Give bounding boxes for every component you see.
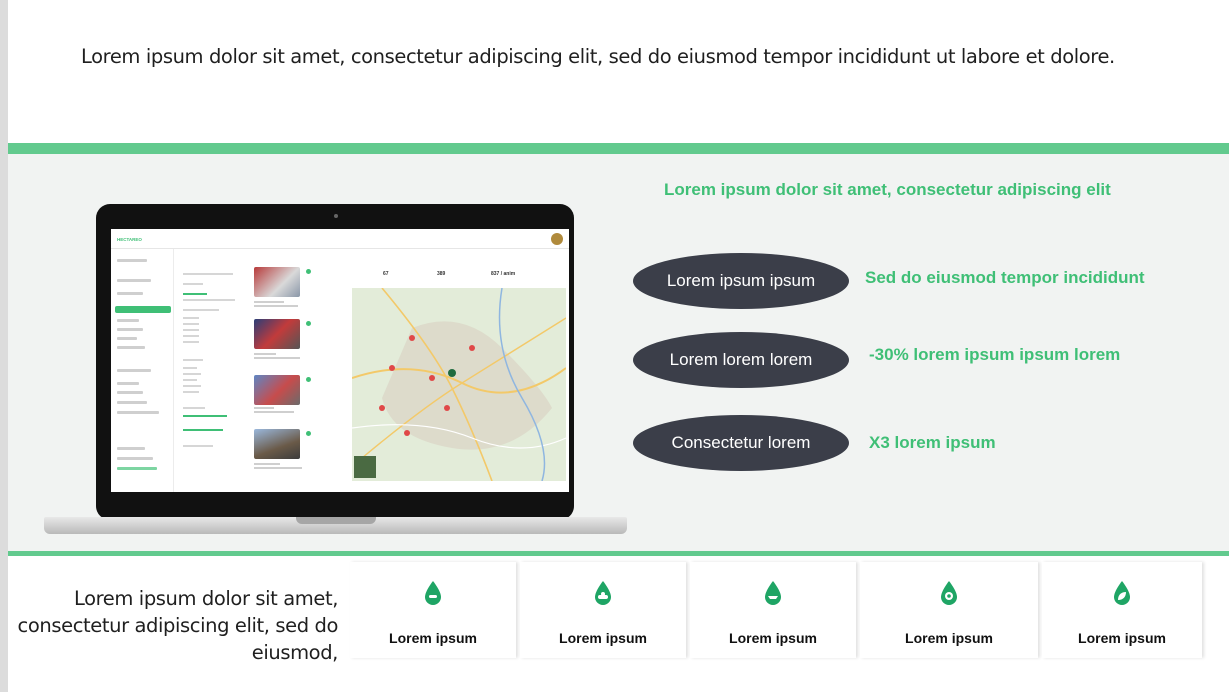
drop-face-icon	[425, 581, 441, 605]
drop-leaf-icon	[1114, 581, 1130, 605]
tile-label: Lorem ipsum	[1078, 630, 1166, 646]
sidebar-item-active	[115, 306, 171, 313]
app-topbar: HECTAREO	[111, 229, 569, 249]
slide: Lorem ipsum dolor sit amet, consectetur …	[8, 0, 1229, 692]
feature-tile: Lorem ipsum	[1042, 562, 1202, 658]
tile-label: Lorem ipsum	[559, 630, 647, 646]
app-sidebar	[111, 249, 174, 492]
feature-text: -30% lorem ipsum ipsum lorem	[869, 345, 1121, 364]
tile-label: Lorem ipsum	[729, 630, 817, 646]
laptop-camera	[334, 214, 338, 218]
pill-label: Consectetur lorem	[633, 415, 849, 471]
app-stats: 67 389 837 / anim	[383, 271, 516, 277]
feature-tile: Lorem ipsum	[350, 562, 516, 658]
features-title: Lorem ipsum dolor sit amet, consectetur …	[664, 180, 1111, 199]
app-logo: HECTAREO	[117, 237, 142, 242]
app-screenshot: HECTAREO 67 389 837 / anim	[111, 229, 569, 492]
app-filters	[183, 269, 243, 469]
feature-text: Sed do eiusmod tempor incididunt	[865, 268, 1145, 287]
laptop-notch	[296, 517, 376, 524]
feature-tile: Lorem ipsum	[860, 562, 1038, 658]
intro-text: Lorem ipsum dolor sit amet, consectetur …	[81, 45, 1115, 68]
app-listing-cards	[254, 265, 349, 485]
avatar	[551, 233, 563, 245]
feature-tile: Lorem ipsum	[690, 562, 856, 658]
pill-label: Lorem ipsum ipsum	[633, 253, 849, 309]
app-map	[352, 288, 566, 481]
bottom-text: Lorem ipsum dolor sit amet, consectetur …	[17, 587, 339, 664]
feature-text: X3 lorem ipsum	[869, 433, 996, 452]
tile-label: Lorem ipsum	[905, 630, 993, 646]
pill-label: Lorem lorem lorem	[633, 332, 849, 388]
drop-car-icon	[595, 581, 611, 605]
tile-label: Lorem ipsum	[389, 630, 477, 646]
feature-tile: Lorem ipsum	[520, 562, 686, 658]
drop-boat-icon	[765, 581, 781, 605]
drop-gear-icon	[941, 581, 957, 605]
